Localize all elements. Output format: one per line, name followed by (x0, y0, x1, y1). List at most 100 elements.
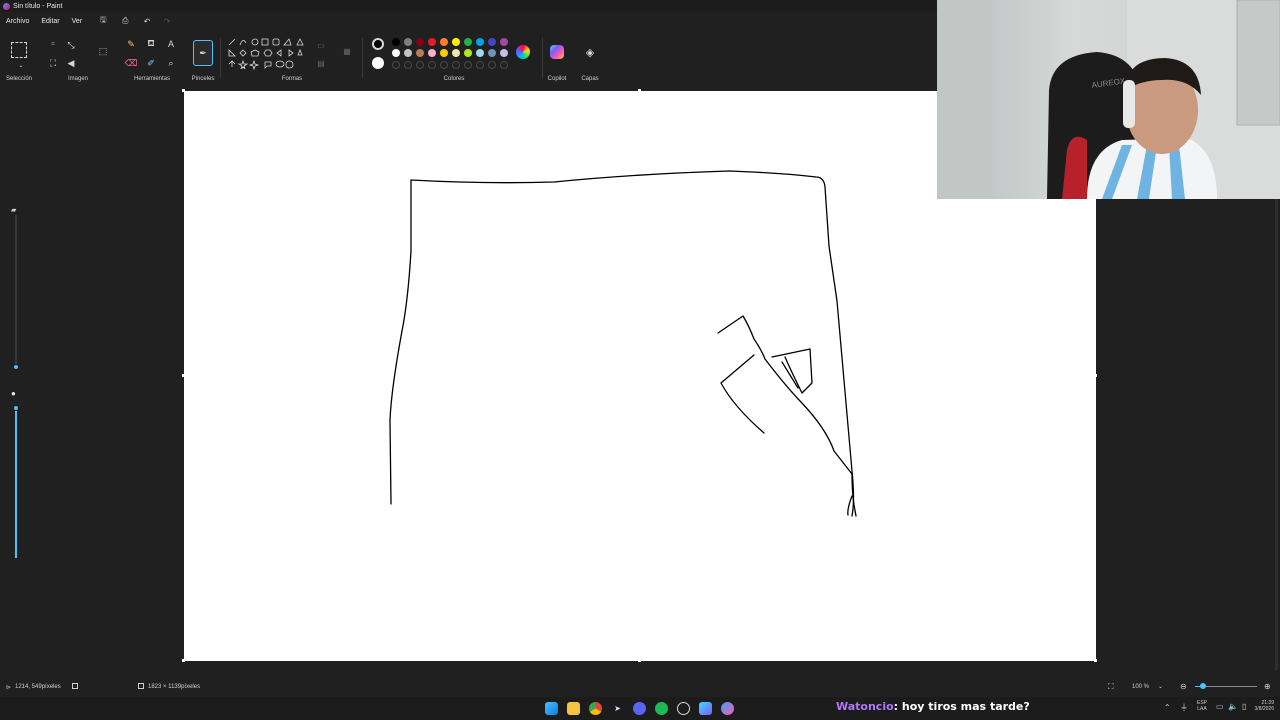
file-explorer-icon[interactable] (567, 702, 580, 715)
custom-color-slot[interactable] (500, 61, 508, 69)
color-swatch[interactable] (452, 38, 460, 46)
redo-icon[interactable]: ↷ (160, 14, 174, 28)
discord-icon[interactable] (633, 702, 646, 715)
chrome-icon[interactable] (589, 702, 602, 715)
opacity-knob[interactable] (13, 405, 19, 411)
layers-icon[interactable]: ◈ (583, 45, 597, 59)
color-swatch[interactable] (464, 49, 472, 57)
network-icon[interactable]: ▭ (1216, 702, 1224, 711)
edit-colors-icon[interactable] (516, 45, 530, 59)
rotate-icon[interactable]: ◀ (64, 56, 78, 70)
group-colors: Colores (366, 30, 542, 86)
ribbon: ⌄ Selección ⌗ ⤡ ⬚ ⛶ ◀ Imagen ✎ ⛾ A ⌫ ✐ ⌕… (0, 30, 937, 86)
resize-handle[interactable] (182, 89, 185, 92)
select-rectangle-icon[interactable] (11, 42, 27, 58)
custom-color-slot[interactable] (428, 61, 436, 69)
color-swatch[interactable] (500, 49, 508, 57)
save-icon[interactable]: 🖫 (96, 14, 110, 28)
color-swatch[interactable] (428, 49, 436, 57)
color-swatch[interactable] (404, 38, 412, 46)
color-swatch[interactable] (476, 38, 484, 46)
color-swatch[interactable] (464, 38, 472, 46)
ribbon-divider (542, 38, 543, 78)
select-object-icon[interactable]: ⬚ (96, 44, 110, 58)
chevron-down-icon[interactable]: ⌄ (14, 58, 28, 72)
outline-icon[interactable]: ▭ (314, 38, 328, 52)
crop-icon[interactable]: ⌗ (46, 38, 60, 52)
text-icon[interactable]: A (164, 37, 178, 51)
custom-color-slot[interactable] (440, 61, 448, 69)
custom-color-slot[interactable] (452, 61, 460, 69)
eraser-icon[interactable]: ⌫ (124, 56, 138, 70)
color-swatch[interactable] (392, 49, 400, 57)
color-swatch[interactable] (416, 38, 424, 46)
group-label-image: Imagen (67, 76, 88, 82)
menu-editar[interactable]: Editar (35, 18, 65, 25)
shapes-gallery[interactable] (227, 37, 311, 73)
share-icon[interactable]: ⎙ (118, 14, 132, 28)
chevron-down-icon[interactable]: ⌄ (1158, 683, 1163, 690)
zoom-out-icon[interactable]: ⊖ (1180, 682, 1187, 691)
brush-size-slider[interactable] (15, 215, 17, 370)
usb-icon[interactable]: ⏚ (1180, 702, 1188, 713)
windows-start-icon[interactable] (545, 702, 558, 715)
spotify-icon[interactable] (655, 702, 668, 715)
volume-icon[interactable]: 🔈 (1228, 702, 1238, 711)
custom-color-slot[interactable] (464, 61, 472, 69)
paint-app-icon (3, 2, 10, 10)
clock[interactable]: 21:39 3/8/2026 (1252, 700, 1274, 712)
zoom-level[interactable]: 100 % (1132, 684, 1149, 690)
color-swatch[interactable] (452, 49, 460, 57)
fill-bucket-icon[interactable]: ⛾ (144, 37, 158, 51)
resize-handle[interactable] (638, 89, 641, 92)
resize-handle[interactable] (182, 659, 185, 662)
brush-icon[interactable]: ✒ (193, 40, 213, 66)
zoom-in-icon[interactable]: ⊕ (1264, 682, 1271, 691)
color-swatch[interactable] (488, 49, 496, 57)
color-swatch[interactable] (440, 38, 448, 46)
obs-icon[interactable] (677, 702, 690, 715)
color-picker-icon[interactable]: ✐ (144, 56, 158, 70)
menu-archivo[interactable]: Archivo (0, 18, 35, 25)
steam-icon[interactable]: ➤ (611, 702, 624, 715)
undo-icon[interactable]: ↶ (140, 14, 154, 28)
resize-handle[interactable] (1094, 659, 1097, 662)
color-swatch[interactable] (428, 38, 436, 46)
magnifier-icon[interactable]: ⌕ (164, 56, 178, 70)
fill-icon[interactable]: ▤ (314, 56, 328, 70)
color-swatch[interactable] (476, 49, 484, 57)
copilot-icon[interactable] (550, 45, 564, 59)
color-swatch[interactable] (500, 38, 508, 46)
menu-bar: Archivo Editar Ver 🖫 ⎙ ↶ ↷ (0, 13, 174, 29)
pencil-icon[interactable]: ✎ (124, 37, 138, 51)
copilot-taskbar-icon[interactable] (699, 702, 712, 715)
resize-icon[interactable]: ⤡ (64, 38, 78, 52)
menu-ver[interactable]: Ver (66, 18, 89, 25)
battery-icon[interactable]: ▯ (1242, 702, 1246, 711)
color-swatch[interactable] (392, 38, 400, 46)
secondary-color-swatch[interactable] (372, 57, 384, 69)
brush-size-knob[interactable] (13, 364, 19, 370)
resize-handle[interactable] (1094, 374, 1097, 377)
chevron-up-icon[interactable]: ⌃ (1164, 703, 1171, 712)
resize-handle[interactable] (182, 374, 185, 377)
custom-color-slot[interactable] (476, 61, 484, 69)
custom-color-slot[interactable] (392, 61, 400, 69)
primary-color-swatch[interactable] (372, 38, 384, 50)
fit-to-window-icon[interactable]: ⛶ (1108, 682, 1114, 692)
custom-color-slot[interactable] (416, 61, 424, 69)
remove-background-icon[interactable]: ⛶ (46, 56, 60, 70)
zoom-slider-knob[interactable] (1200, 683, 1206, 689)
language-indicator[interactable]: ESP LAA (1197, 700, 1207, 712)
color-swatch[interactable] (416, 49, 424, 57)
custom-color-slot[interactable] (404, 61, 412, 69)
group-label-shapes: Formas (281, 76, 303, 82)
custom-color-slot[interactable] (488, 61, 496, 69)
shape-tool-icon[interactable]: ▦ (340, 44, 354, 58)
color-swatch[interactable] (404, 49, 412, 57)
resize-handle[interactable] (638, 659, 641, 662)
color-swatch[interactable] (440, 49, 448, 57)
color-swatch[interactable] (488, 38, 496, 46)
paint-taskbar-icon[interactable] (721, 702, 734, 715)
opacity-slider[interactable] (15, 408, 17, 558)
